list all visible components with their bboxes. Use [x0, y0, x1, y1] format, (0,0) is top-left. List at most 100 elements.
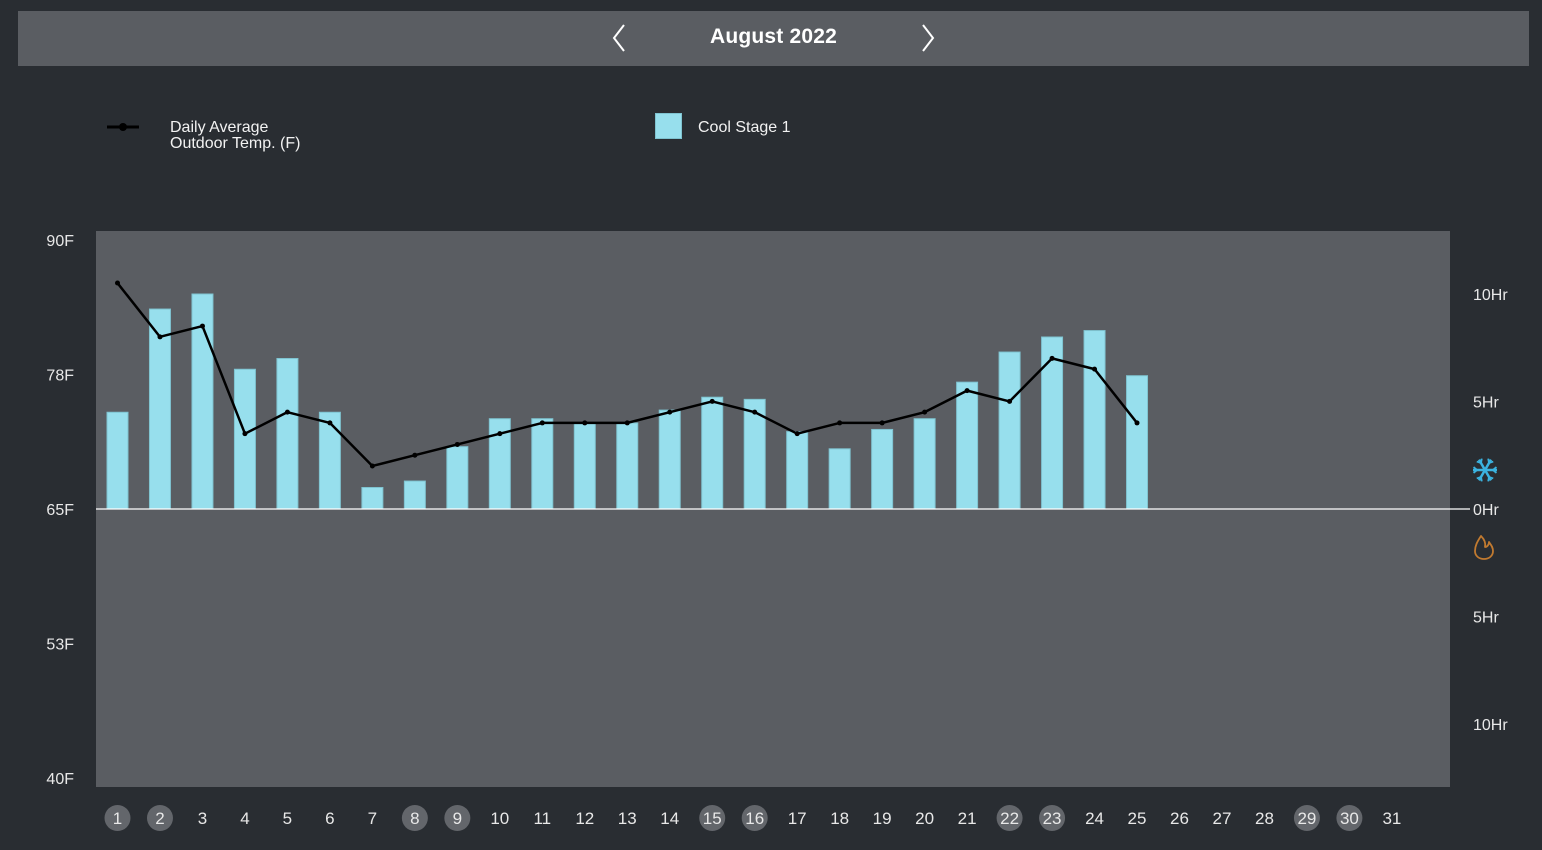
- day-label-22[interactable]: 22: [996, 805, 1023, 831]
- cool-bar: [956, 381, 979, 510]
- cool-bar: [233, 368, 256, 510]
- day-number: 31: [1382, 809, 1401, 828]
- cool-bar: [1126, 375, 1149, 510]
- day-label-6[interactable]: 6: [325, 809, 334, 828]
- day-number: 9: [453, 809, 462, 828]
- day-label-28[interactable]: 28: [1255, 809, 1274, 828]
- cool-bar: [871, 428, 894, 510]
- day-number: 7: [368, 809, 377, 828]
- temperature-point: [879, 420, 885, 426]
- day-number: 23: [1043, 809, 1062, 828]
- day-number: 29: [1297, 809, 1316, 828]
- day-label-16[interactable]: 16: [741, 805, 768, 831]
- temperature-point: [1007, 398, 1013, 404]
- temperature-point: [1092, 366, 1098, 372]
- temperature-point: [327, 420, 333, 426]
- day-number: 10: [490, 809, 509, 828]
- cool-bar: [318, 411, 341, 510]
- cool-bar: [446, 446, 469, 510]
- temperature-point: [199, 323, 205, 329]
- day-label-14[interactable]: 14: [660, 809, 679, 828]
- day-number: 1: [113, 809, 122, 828]
- day-label-29[interactable]: 29: [1293, 805, 1320, 831]
- temperature-point: [964, 388, 970, 394]
- snowflake-branch: [1480, 458, 1483, 464]
- cool-bar: [531, 418, 554, 510]
- day-number: 12: [575, 809, 594, 828]
- temperature-point: [624, 420, 630, 426]
- temperature-point: [1049, 355, 1055, 361]
- left-axis-tick: 65F: [46, 502, 74, 519]
- right-axis-heat-tick: 5Hr: [1473, 610, 1499, 627]
- day-number: 26: [1170, 809, 1189, 828]
- day-number: 5: [283, 809, 292, 828]
- temperature-point: [412, 452, 418, 458]
- cool-bar: [1041, 336, 1064, 510]
- day-number: 2: [155, 809, 164, 828]
- day-label-24[interactable]: 24: [1085, 809, 1104, 828]
- snowflake-branch: [1487, 476, 1490, 482]
- temperature-point: [752, 409, 758, 415]
- day-label-4[interactable]: 4: [240, 809, 249, 828]
- day-number: 11: [533, 809, 551, 828]
- flame-outline: [1474, 535, 1494, 560]
- cool-bar: [998, 351, 1021, 510]
- temperature-point: [709, 398, 715, 404]
- left-axis-tick: 78F: [46, 368, 74, 385]
- snowflake-icon: [1472, 458, 1498, 482]
- temperature-point: [284, 409, 290, 415]
- temperature-point: [794, 431, 800, 437]
- day-label-31[interactable]: 31: [1382, 809, 1401, 828]
- left-axis-tick: 90F: [46, 233, 74, 250]
- cool-bar: [106, 411, 129, 510]
- day-label-11[interactable]: 11: [533, 809, 551, 828]
- day-label-5[interactable]: 5: [283, 809, 292, 828]
- day-label-27[interactable]: 27: [1213, 809, 1232, 828]
- cool-bar: [786, 431, 809, 510]
- temperature-point: [157, 334, 163, 340]
- cool-bar: [828, 448, 851, 510]
- cool-bar: [361, 487, 384, 510]
- day-label-15[interactable]: 15: [699, 805, 726, 831]
- day-label-2[interactable]: 2: [146, 805, 173, 831]
- day-number: 28: [1255, 809, 1274, 828]
- day-number: 25: [1128, 809, 1147, 828]
- temperature-point: [837, 420, 843, 426]
- right-axis-heat-tick: 10Hr: [1473, 717, 1508, 734]
- left-axis: 90F 78F 65F 53F 40F: [46, 233, 74, 788]
- cool-bar: [658, 409, 681, 510]
- day-number: 6: [325, 809, 334, 828]
- right-axis-cool-tick: 0Hr: [1473, 502, 1499, 519]
- right-axis: 10Hr 5Hr 0Hr 5Hr 10Hr: [1473, 287, 1508, 734]
- day-number: 18: [830, 809, 849, 828]
- day-label-30[interactable]: 30: [1336, 805, 1363, 831]
- day-label-12[interactable]: 12: [575, 809, 594, 828]
- temperature-point: [369, 463, 375, 469]
- day-label-9[interactable]: 9: [444, 805, 471, 831]
- day-label-21[interactable]: 21: [958, 809, 977, 828]
- day-label-8[interactable]: 8: [401, 805, 428, 831]
- temperature-point: [497, 431, 503, 437]
- day-label-10[interactable]: 10: [490, 809, 509, 828]
- day-label-26[interactable]: 26: [1170, 809, 1189, 828]
- temperature-point: [539, 420, 545, 426]
- day-label-7[interactable]: 7: [368, 809, 377, 828]
- temperature-point: [1134, 420, 1140, 426]
- day-label-18[interactable]: 18: [830, 809, 849, 828]
- temperature-point: [922, 409, 928, 415]
- runtime-chart: 90F78F65F53F40F 10Hr5Hr0Hr5Hr10Hr 123456…: [46, 231, 1508, 831]
- day-label-3[interactable]: 3: [198, 809, 207, 828]
- day-label-19[interactable]: 19: [873, 809, 892, 828]
- day-label-1[interactable]: 1: [104, 805, 131, 831]
- day-label-17[interactable]: 17: [788, 809, 807, 828]
- day-number: 21: [958, 809, 977, 828]
- day-label-25[interactable]: 25: [1128, 809, 1147, 828]
- flame-icon: [1474, 535, 1494, 560]
- day-number: 8: [410, 809, 419, 828]
- day-label-13[interactable]: 13: [618, 809, 637, 828]
- day-label-20[interactable]: 20: [915, 809, 934, 828]
- left-axis-tick: 53F: [46, 637, 74, 654]
- day-number: 17: [788, 809, 807, 828]
- day-label-23[interactable]: 23: [1039, 805, 1066, 831]
- day-number: 14: [660, 809, 679, 828]
